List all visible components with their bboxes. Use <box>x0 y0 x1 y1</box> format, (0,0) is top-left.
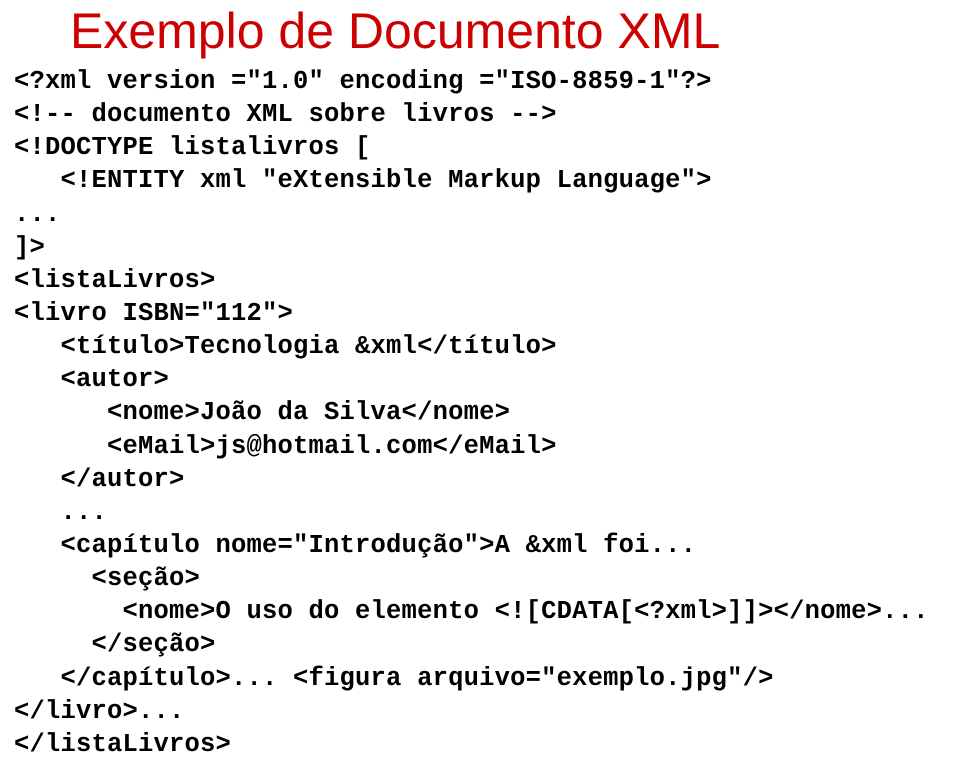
code-line: <?xml version ="1.0" encoding ="ISO-8859… <box>14 67 712 96</box>
code-line: <nome>O uso do elemento <![CDATA[<?xml>]… <box>14 597 929 626</box>
code-line: <!ENTITY xml "eXtensible Markup Language… <box>14 166 712 195</box>
code-line: </listaLivros> <box>14 730 231 759</box>
code-line: <!DOCTYPE listalivros [ <box>14 133 371 162</box>
code-line: <título>Tecnologia &xml</título> <box>14 332 557 361</box>
code-line: ... <box>14 498 107 527</box>
code-line: <!-- documento XML sobre livros --> <box>14 100 557 129</box>
code-line: ... <box>14 200 61 229</box>
code-line: <listaLivros> <box>14 266 216 295</box>
code-line: </seção> <box>14 630 216 659</box>
code-line: </capítulo>... <figura arquivo="exemplo.… <box>14 664 774 693</box>
code-line: <autor> <box>14 365 169 394</box>
code-line: <livro ISBN="112"> <box>14 299 293 328</box>
code-line: </autor> <box>14 465 185 494</box>
code-line: <nome>João da Silva</nome> <box>14 398 510 427</box>
xml-code-block: <?xml version ="1.0" encoding ="ISO-8859… <box>0 63 960 761</box>
code-line: <seção> <box>14 564 200 593</box>
slide-title: Exemplo de Documento XML <box>0 0 960 63</box>
code-line: </livro>... <box>14 697 185 726</box>
code-line: ]> <box>14 233 45 262</box>
code-line: <capítulo nome="Introdução">A &xml foi..… <box>14 531 696 560</box>
slide-container: Exemplo de Documento XML <?xml version =… <box>0 0 960 740</box>
code-line: <eMail>js@hotmail.com</eMail> <box>14 432 557 461</box>
